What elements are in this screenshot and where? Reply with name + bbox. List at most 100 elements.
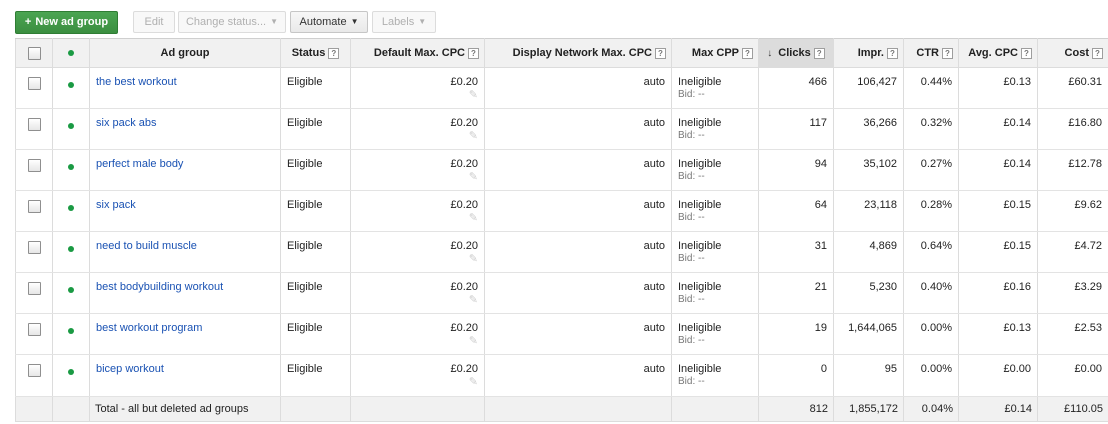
row-checkbox[interactable] [27,282,41,295]
header-avg-cpc[interactable]: Avg. CPC? [958,38,1038,68]
default-max-cpc-value: £0.20 [450,363,478,375]
row-checkbox[interactable] [27,323,41,336]
header-status-label: Status [291,47,326,59]
help-icon[interactable]: ? [655,48,666,59]
table-row: six pack Eligible £0.20 ✎ auto Ineligible Bid:… [15,190,1108,232]
edit-label: Edit [144,16,164,28]
help-icon[interactable]: ? [887,48,898,59]
row-checkbox[interactable] [27,77,41,90]
pencil-icon[interactable]: ✎ [357,336,478,347]
ad-group-link[interactable]: need to build muscle [96,240,197,252]
max-cpp-bid: Bid: -- [678,130,705,141]
default-max-cpc-cell[interactable]: £0.20 ✎ [350,108,485,150]
ad-group-link[interactable]: six pack abs [96,117,157,129]
ad-group-link[interactable]: best bodybuilding workout [96,281,223,293]
help-icon[interactable]: ? [1021,48,1032,59]
ctr-cell: 0.00% [903,354,959,397]
pencil-icon[interactable]: ✎ [357,131,478,142]
ad-group-cell: bicep workout [89,354,281,397]
header-status[interactable]: Status? [280,38,351,68]
help-icon[interactable]: ? [742,48,753,59]
ad-group-cell: six pack abs [89,108,281,150]
ad-group-link[interactable]: bicep workout [96,363,164,375]
row-select-cell [15,231,53,273]
max-cpp-bid: Bid: -- [678,253,705,264]
default-max-cpc-value: £0.20 [450,322,478,334]
default-max-cpc-cell[interactable]: £0.20 ✎ [350,354,485,397]
labels-button[interactable]: Labels ▼ [372,11,436,33]
row-checkbox[interactable] [27,364,41,377]
new-ad-group-label: New ad group [35,16,109,28]
header-cost-label: Cost [1064,47,1089,59]
ad-group-link[interactable]: six pack [96,199,136,211]
pencil-icon[interactable]: ✎ [357,377,478,388]
new-ad-group-button[interactable]: + New ad group [15,11,118,34]
ad-group-link[interactable]: best workout program [96,322,202,334]
pencil-icon[interactable]: ✎ [357,90,478,101]
caret-down-icon: ▼ [350,17,359,26]
help-icon[interactable]: ? [328,48,340,59]
header-clicks[interactable]: ↓ Clicks? [758,38,834,68]
header-cost[interactable]: Cost? [1037,38,1108,68]
ctr-cell: 0.44% [903,67,959,109]
change-status-button[interactable]: Change status... ▼ [178,11,286,33]
table-row: perfect male body Eligible £0.20 ✎ auto Ineli… [15,149,1108,191]
table-header-row: Ad group Status? Default Max. CPC? Displ… [15,38,1108,68]
avg-cpc-cell: £0.14 [958,108,1038,150]
max-cpp-value: Ineligible [678,322,722,334]
pencil-icon[interactable]: ✎ [357,213,478,224]
total-empty-cell [671,396,759,422]
select-all-checkbox[interactable] [27,46,41,60]
default-max-cpc-cell[interactable]: £0.20 ✎ [350,313,485,355]
header-ad-group[interactable]: Ad group [89,38,281,68]
clicks-cell: 0 [758,354,834,397]
header-default-max-cpc[interactable]: Default Max. CPC? [350,38,485,68]
default-max-cpc-cell[interactable]: £0.20 ✎ [350,67,485,109]
help-icon[interactable]: ? [468,48,479,59]
header-ctr[interactable]: CTR? [903,38,959,68]
header-impr[interactable]: Impr.? [833,38,904,68]
row-checkbox[interactable] [27,118,41,131]
default-max-cpc-cell[interactable]: £0.20 ✎ [350,231,485,273]
pencil-icon[interactable]: ✎ [357,172,478,183]
default-max-cpc-value: £0.20 [450,240,478,252]
clicks-cell: 19 [758,313,834,355]
ad-group-link[interactable]: perfect male body [96,158,183,170]
ad-group-link[interactable]: the best workout [96,76,177,88]
default-max-cpc-value: £0.20 [450,76,478,88]
automate-button[interactable]: Automate ▼ [290,11,368,33]
row-status-cell [52,190,90,232]
row-checkbox[interactable] [27,241,41,254]
row-checkbox[interactable] [27,200,41,213]
default-max-cpc-cell[interactable]: £0.20 ✎ [350,190,485,232]
labels-label: Labels [381,16,415,28]
edit-button[interactable]: Edit [133,11,175,33]
header-display-network-max-cpc[interactable]: Display Network Max. CPC? [484,38,672,68]
display-network-max-cpc-cell: auto [484,190,672,232]
help-icon[interactable]: ? [813,48,825,59]
cost-cell: £12.78 [1037,149,1108,191]
help-icon[interactable]: ? [942,48,953,59]
clicks-cell: 21 [758,272,834,314]
clicks-cell: 94 [758,149,834,191]
avg-cpc-cell: £0.15 [958,231,1038,273]
row-checkbox[interactable] [27,159,41,172]
display-network-max-cpc-cell: auto [484,231,672,273]
pencil-icon[interactable]: ✎ [357,295,478,306]
total-row: Total - all but deleted ad groups 812 1,… [15,396,1108,422]
row-status-cell [52,108,90,150]
pencil-icon[interactable]: ✎ [357,254,478,265]
default-max-cpc-cell[interactable]: £0.20 ✎ [350,272,485,314]
max-cpp-value: Ineligible [678,281,722,293]
total-empty-cell [15,396,53,422]
impr-cell: 5,230 [833,272,904,314]
default-max-cpc-cell[interactable]: £0.20 ✎ [350,149,485,191]
status-dot-header[interactable] [52,38,90,68]
total-label: Total - all but deleted ad groups [89,396,281,422]
header-max-cpp[interactable]: Max CPP? [671,38,759,68]
help-icon[interactable]: ? [1092,48,1103,59]
row-status-cell [52,67,90,109]
header-ctr-label: CTR [916,47,939,59]
default-max-cpc-value: £0.20 [450,158,478,170]
ctr-cell: 0.40% [903,272,959,314]
